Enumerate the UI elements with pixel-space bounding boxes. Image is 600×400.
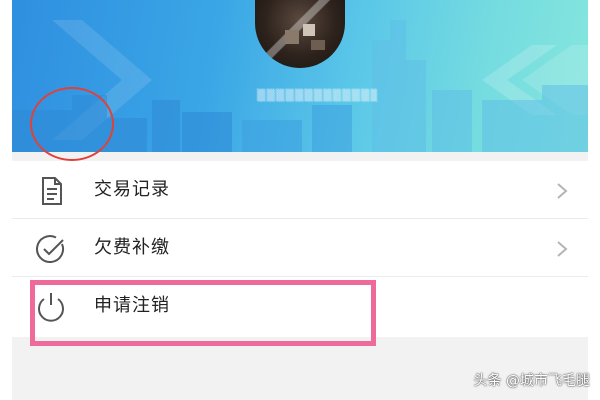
red-circle-annotation xyxy=(30,87,114,161)
chevron-right-icon xyxy=(557,183,568,199)
menu-item-label: 欠费补缴 xyxy=(94,237,170,258)
avatar-pixel xyxy=(311,40,325,50)
app-screen: ▒▒▒▒▒▒▒▒▒▒▒▒▒用户名 交易记录 欠费补缴 xyxy=(12,0,588,400)
avatar-pixel xyxy=(303,24,315,36)
username-label: ▒▒▒▒▒▒▒▒▒▒▒▒▒用户名 xyxy=(257,89,377,102)
menu-item-label: 交易记录 xyxy=(94,179,170,200)
check-circle-icon xyxy=(36,235,64,264)
highlight-box-annotation xyxy=(30,280,376,346)
avatar-pixel xyxy=(285,30,299,44)
watermark-text: 头条 @城市飞毛腿 xyxy=(473,373,590,389)
chevron-right-icon xyxy=(557,241,568,257)
document-icon xyxy=(42,177,62,205)
menu-item-transaction-records[interactable]: 交易记录 xyxy=(12,161,588,219)
menu-item-arrears-payment[interactable]: 欠费补缴 xyxy=(12,219,588,277)
